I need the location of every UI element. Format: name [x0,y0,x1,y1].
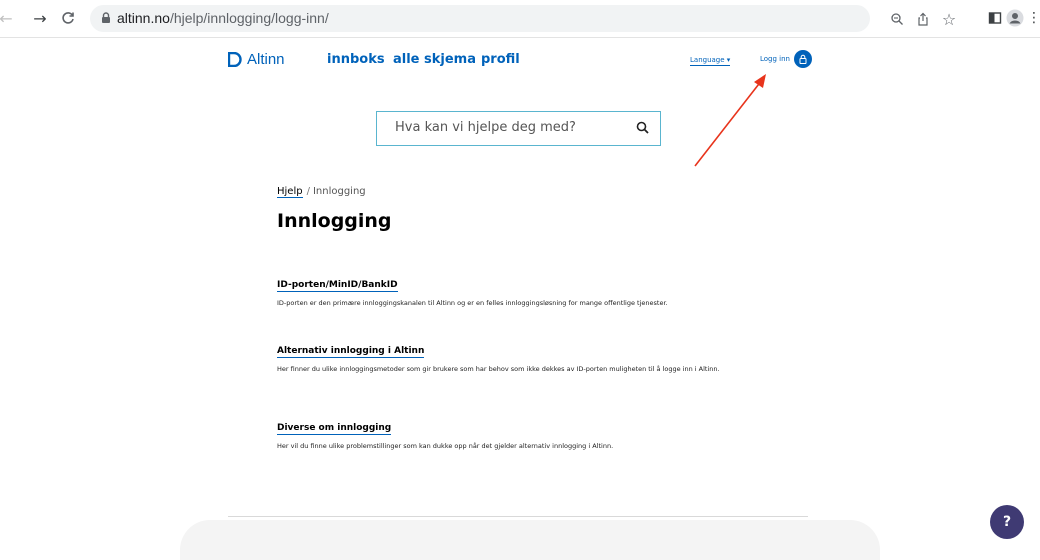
forward-icon[interactable]: → [30,8,50,28]
page-title: Innlogging [277,210,392,232]
search-input[interactable] [395,120,615,135]
breadcrumb-current: Innlogging [312,186,366,197]
search-icon[interactable] [636,121,650,135]
section-alternativ-innlogging: Alternativ innlogging i Altinn Her finne… [277,338,777,375]
side-panel-icon[interactable] [985,8,1005,28]
login-button[interactable]: Logg inn [760,50,812,68]
breadcrumb: Hjelp / Innlogging [277,186,366,198]
altinn-logo[interactable]: Altinn [228,51,285,68]
language-selector[interactable]: Language ▾ [690,56,731,66]
nav-item-profil[interactable]: profil [481,52,520,67]
footer-divider [228,516,808,517]
url-path: /hjelp/innlogging/logg-inn/ [169,10,329,26]
breadcrumb-link-hjelp[interactable]: Hjelp [277,186,303,198]
browser-toolbar: ← → altinn.no/hjelp/innlogging/logg-inn/… [0,0,1040,38]
section-diverse: Diverse om innlogging Her vil du finne u… [277,415,777,452]
section-link-alternativ-innlogging[interactable]: Alternativ innlogging i Altinn [277,346,425,358]
nav-item-alle-skjema[interactable]: alle skjema [393,52,476,67]
lock-icon [102,12,110,23]
search-box[interactable] [376,111,661,146]
section-desc: ID-porten er den primære innloggingskana… [277,299,668,307]
padlock-icon [794,50,812,68]
profile-avatar-icon[interactable] [1005,8,1025,28]
annotation-arrow [694,74,766,167]
section-desc: Her vil du finne ulike problemstillinger… [277,442,614,450]
section-link-diverse[interactable]: Diverse om innlogging [277,423,392,435]
back-icon[interactable]: ← [0,8,16,28]
section-desc: Her finner du ulike innloggingsmetoder s… [277,365,720,373]
nav-item-innboks[interactable]: innboks [327,52,385,67]
bookmark-star-icon[interactable]: ☆ [939,9,959,29]
url-host: altinn.no [117,10,170,26]
address-bar[interactable]: altinn.no/hjelp/innlogging/logg-inn/ ☆ [90,5,956,32]
help-button[interactable]: ? [990,505,1024,539]
reload-icon[interactable] [58,8,78,28]
logo-text: Altinn [247,51,285,68]
url-text: altinn.no/hjelp/innlogging/logg-inn/ [117,10,329,26]
section-idporten: ID-porten/MinID/BankID ID-porten er den … [277,272,777,309]
footer [180,520,880,560]
altinn-logo-icon [228,52,242,67]
login-label: Logg inn [760,55,790,63]
breadcrumb-separator: / [306,186,310,197]
more-menu-icon[interactable]: ⋮ [1024,8,1040,28]
zoom-icon[interactable] [887,9,907,29]
section-link-idporten[interactable]: ID-porten/MinID/BankID [277,280,398,292]
share-icon[interactable] [913,9,933,29]
